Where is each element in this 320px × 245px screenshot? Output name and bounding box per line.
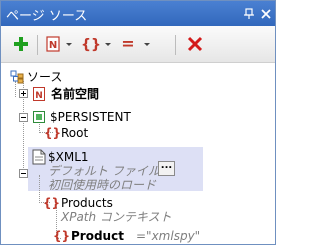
xpath-braces-icon: {}: [43, 196, 61, 210]
svg-text:=: =: [121, 36, 134, 52]
page-source-panel: ページ ソース N {} = ソース N 名前空間 $PERSISTENT {}…: [0, 0, 276, 245]
insert-assignment-button[interactable]: =: [119, 34, 151, 54]
xpath-braces-icon: {}: [44, 126, 62, 140]
xml-source-label[interactable]: $XML1: [48, 150, 89, 164]
title-bar: ページ ソース: [1, 1, 275, 26]
source-tree-icon: [10, 70, 24, 84]
browse-file-button[interactable]: ...: [158, 161, 175, 176]
svg-text:{}: {}: [81, 37, 101, 52]
namespace-node-label[interactable]: 名前空間: [51, 87, 99, 101]
chevron-down-icon[interactable]: [66, 43, 72, 46]
svg-text:N: N: [35, 91, 43, 101]
toolbar-separator: [37, 35, 38, 55]
element-n-icon: N: [46, 36, 60, 52]
load-on-first-use-label: 初回使用時のロード: [48, 178, 157, 192]
add-button[interactable]: [13, 36, 29, 54]
product-node-label[interactable]: Product: [71, 229, 124, 243]
default-file-label: デフォルト ファイル:: [48, 164, 164, 178]
collapse-toggle[interactable]: [19, 113, 28, 122]
insert-xpath-button[interactable]: {}: [81, 36, 111, 54]
namespace-icon: N: [33, 87, 45, 101]
toolbar-separator: [175, 35, 176, 55]
xpath-context-label: XPath コンテキスト: [61, 210, 172, 224]
tree-root-label[interactable]: ソース: [27, 70, 62, 84]
svg-text:N: N: [49, 40, 57, 51]
insert-element-button[interactable]: N: [46, 36, 72, 54]
equals-icon: =: [121, 34, 134, 53]
xml-document-icon: [32, 149, 46, 165]
chevron-down-icon[interactable]: [105, 43, 111, 46]
persistent-tree-icon: [33, 111, 45, 123]
chevron-down-icon[interactable]: [144, 43, 150, 46]
tree-connector: [39, 175, 40, 203]
products-node-label[interactable]: Products: [61, 196, 113, 210]
close-icon[interactable]: [260, 8, 272, 20]
persistent-node-label[interactable]: $PERSISTENT: [50, 110, 131, 124]
pin-icon[interactable]: [243, 8, 255, 20]
xpath-braces-icon: {}: [81, 37, 101, 53]
collapse-toggle[interactable]: [19, 169, 28, 178]
plus-icon: [14, 37, 28, 51]
xpath-braces-icon: {}: [53, 229, 71, 243]
expand-toggle[interactable]: [19, 89, 28, 98]
product-value: ="xmlspy": [136, 229, 201, 243]
delete-button[interactable]: [187, 36, 205, 54]
toolbar: N {} =: [1, 26, 275, 63]
persistent-root-label[interactable]: Root: [61, 126, 88, 140]
panel-title: ページ ソース: [6, 9, 88, 24]
delete-x-icon: [187, 36, 203, 52]
